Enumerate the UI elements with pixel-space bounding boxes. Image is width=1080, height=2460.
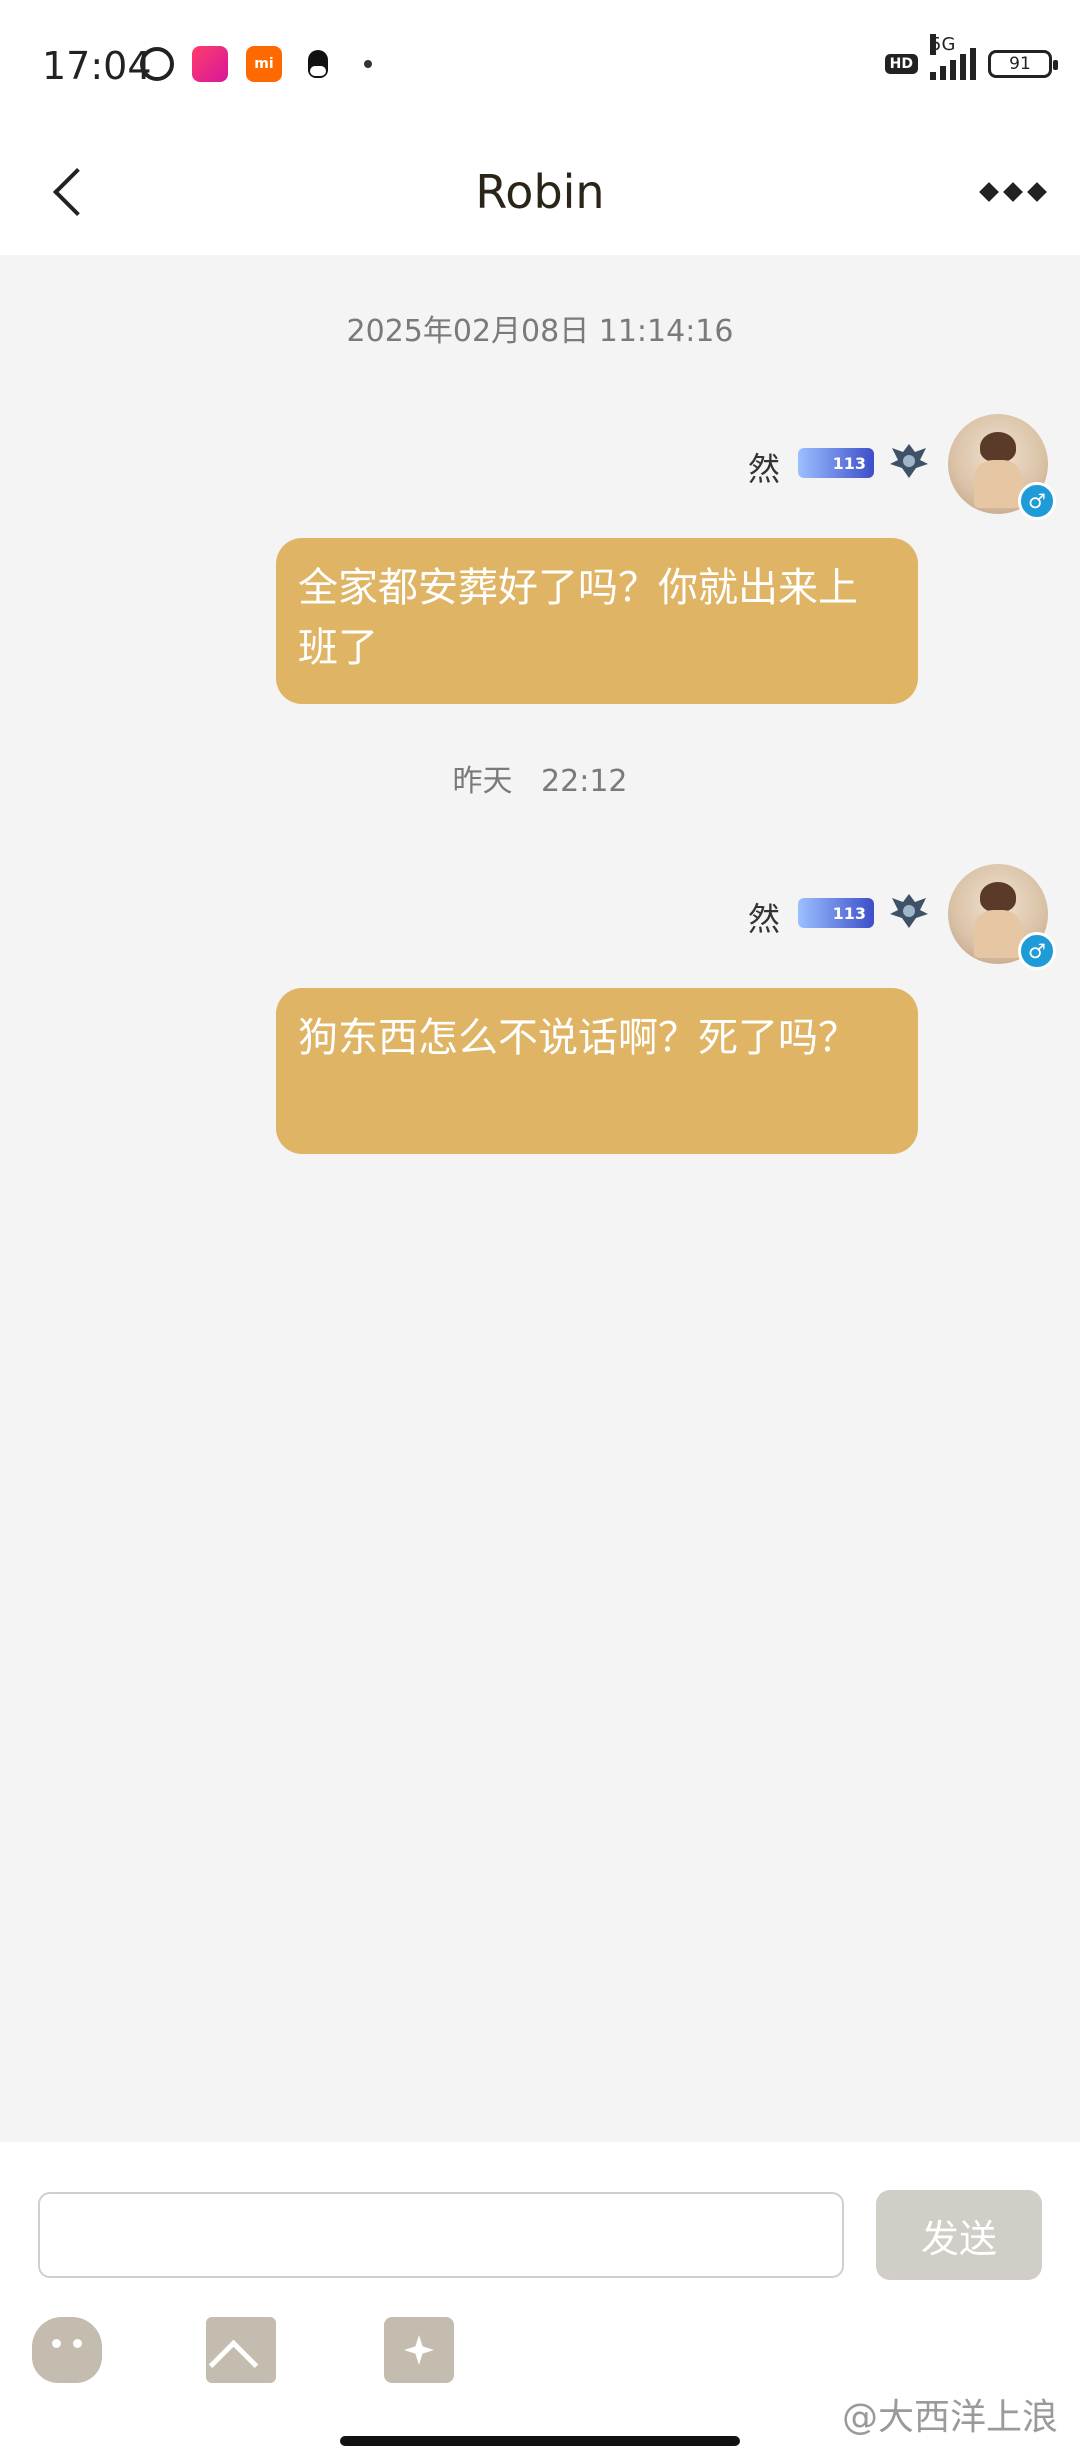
rank-badge: 113 — [798, 448, 874, 478]
camera-icon[interactable] — [384, 2317, 454, 2383]
signal-icon: 5G — [930, 34, 976, 80]
status-time: 17:04 — [42, 44, 152, 88]
mi-icon: mi — [246, 46, 282, 82]
watermark: @大西洋上浪 — [841, 2397, 1058, 2438]
message-timestamp: 昨天 22:12 — [452, 764, 628, 799]
sender-name: 然 — [748, 450, 781, 488]
battery-level: 91 — [1009, 54, 1031, 74]
page-title: Robin — [475, 165, 605, 219]
sender-name: 然 — [748, 900, 781, 938]
chat-header: Robin — [0, 135, 1080, 255]
dot-icon — [364, 60, 372, 68]
message-bubble[interactable]: 全家都安葬好了吗？你就出来上班了 — [276, 538, 918, 704]
message-timestamp: 2025年02月08日 11:14:16 — [346, 314, 734, 349]
rank-badge: 113 — [798, 898, 874, 928]
hd-badge: HD — [884, 54, 918, 74]
male-gender-icon: ♂ — [1018, 932, 1056, 970]
status-bar: 17:04 mi HD 5G 91 — [0, 0, 1080, 135]
emoji-icon[interactable] — [32, 2317, 102, 2383]
male-gender-icon: ♂ — [1018, 482, 1056, 520]
rank-crest-icon — [890, 444, 928, 478]
send-button[interactable]: 发送 — [876, 2190, 1042, 2280]
image-icon[interactable] — [206, 2317, 276, 2383]
message-bubble[interactable]: 狗东西怎么不说话啊？死了吗？ — [276, 988, 918, 1154]
message-input[interactable] — [38, 2192, 844, 2278]
status-left-icons: mi — [140, 46, 372, 82]
alarm-clock-icon — [140, 47, 174, 81]
home-indicator — [340, 2436, 740, 2446]
network-label: 5G — [930, 34, 956, 55]
qq-icon — [300, 46, 336, 82]
rank-crest-icon — [890, 894, 928, 928]
app-notification-icon — [192, 46, 228, 82]
battery-icon: 91 — [988, 50, 1058, 78]
status-right: HD 5G 91 — [884, 34, 1058, 80]
more-diamonds-icon[interactable] — [979, 182, 1047, 202]
